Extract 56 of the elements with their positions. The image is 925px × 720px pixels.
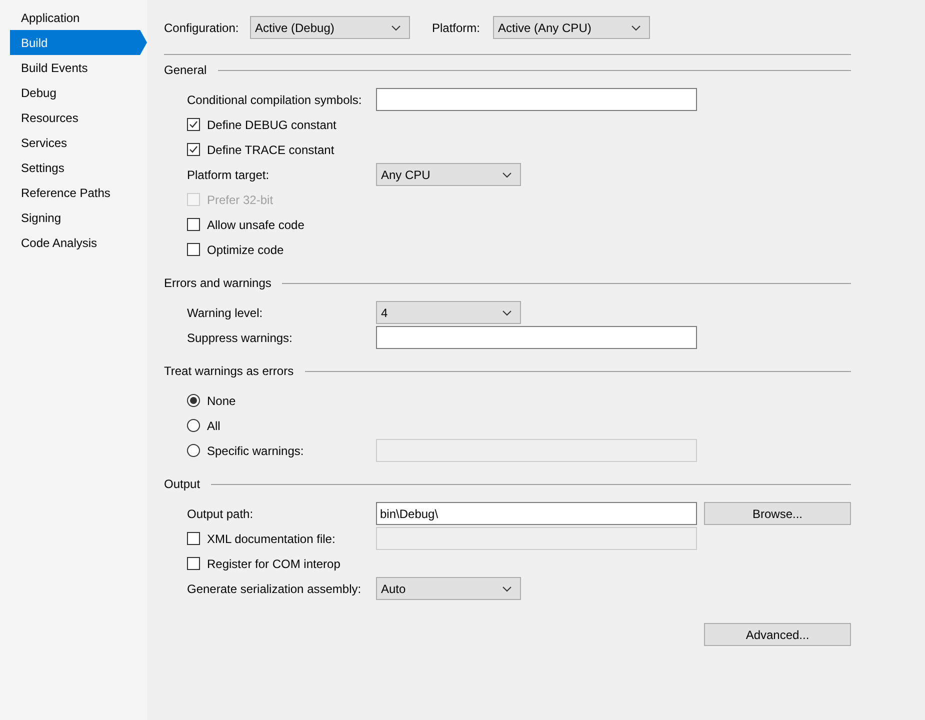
chevron-down-icon xyxy=(631,24,641,30)
field-label: Warning level: xyxy=(187,304,263,322)
dropdown[interactable]: 4 xyxy=(376,301,521,324)
dropdown[interactable]: Active (Any CPU) xyxy=(493,16,650,39)
field-label: Specific warnings: xyxy=(207,442,304,460)
text-field[interactable] xyxy=(376,88,697,111)
sidebar-item[interactable]: Services xyxy=(10,130,140,155)
section-title: General xyxy=(164,62,207,79)
field-label: Platform: xyxy=(432,20,482,36)
radio-button[interactable] xyxy=(187,444,200,457)
checkbox[interactable] xyxy=(187,532,200,545)
field-label: Conditional compilation symbols: xyxy=(187,92,362,108)
browse-button[interactable]: Browse... xyxy=(704,502,851,525)
section-title: Output xyxy=(164,476,200,493)
field-label: Define TRACE constant xyxy=(207,142,334,158)
section-title: Treat warnings as errors xyxy=(164,363,294,380)
checkbox[interactable] xyxy=(187,218,200,231)
text-field[interactable]: bin\Debug\ xyxy=(376,502,697,525)
sidebar-item[interactable]: Application xyxy=(10,5,140,30)
radio-button[interactable] xyxy=(187,394,200,407)
field-label: Configuration: xyxy=(164,20,240,36)
chevron-down-icon xyxy=(502,172,512,178)
sidebar-item[interactable]: Debug xyxy=(10,80,140,105)
sidebar-item[interactable]: Signing xyxy=(10,205,140,230)
sidebar-item[interactable]: Settings xyxy=(10,155,140,180)
checkbox[interactable] xyxy=(187,243,200,256)
dropdown[interactable]: Active (Debug) xyxy=(250,16,410,39)
dropdown[interactable]: Any CPU xyxy=(376,163,521,186)
field-label: None xyxy=(207,392,236,410)
field-label: Generate serialization assembly: xyxy=(187,580,362,598)
field-label: Suppress warnings: xyxy=(187,330,292,346)
dropdown[interactable]: Auto xyxy=(376,577,521,600)
field-label: Output path: xyxy=(187,506,254,522)
sidebar-item[interactable]: Build Events xyxy=(10,55,140,80)
checkbox[interactable] xyxy=(187,557,200,570)
field-label: Prefer 32-bit xyxy=(207,192,274,208)
sidebar-item[interactable]: Reference Paths xyxy=(10,180,140,205)
checkbox[interactable] xyxy=(187,118,200,131)
sidebar-item[interactable]: Code Analysis xyxy=(10,230,140,255)
sidebar-item[interactable]: Build xyxy=(10,30,147,55)
radio-button[interactable] xyxy=(187,419,200,432)
field-label: Optimize code xyxy=(207,242,284,258)
advanced-button[interactable]: Advanced... xyxy=(704,623,851,646)
sidebar-item[interactable]: Resources xyxy=(10,105,140,130)
chevron-down-icon xyxy=(502,310,512,316)
checkbox[interactable] xyxy=(187,143,200,156)
field-label: Allow unsafe code xyxy=(207,216,304,234)
chevron-down-icon xyxy=(391,24,401,30)
section-title: Errors and warnings xyxy=(164,275,272,292)
chevron-down-icon xyxy=(502,586,512,592)
field-label: All xyxy=(207,418,220,434)
field-label: Register for COM interop xyxy=(207,556,340,572)
field-label: Define DEBUG constant xyxy=(207,116,336,134)
field-label: XML documentation file: xyxy=(207,530,336,548)
field-label: Platform target: xyxy=(187,166,270,184)
text-field[interactable] xyxy=(376,326,697,349)
